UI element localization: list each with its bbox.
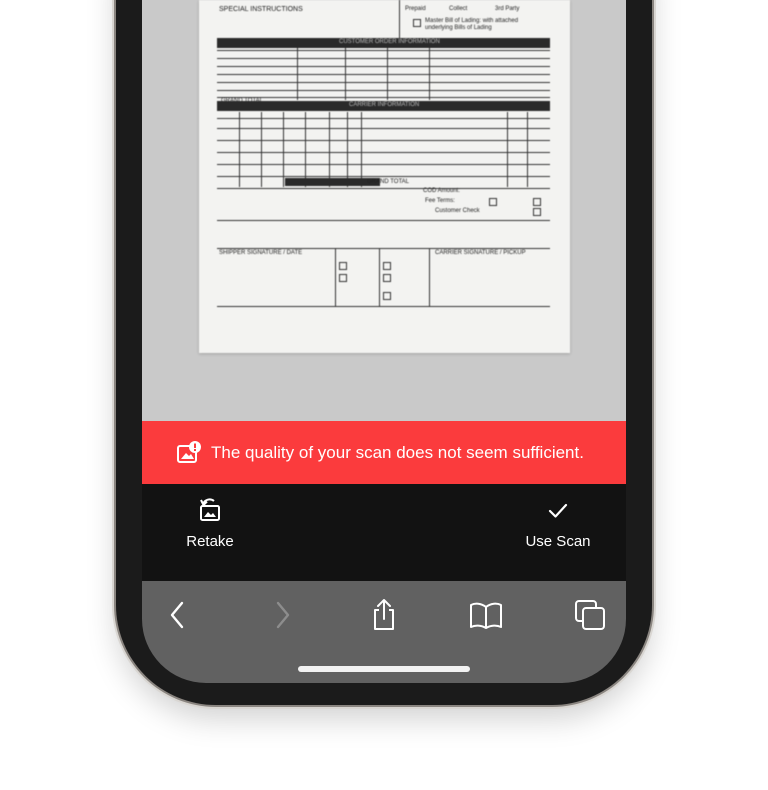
scan-actions-bar: Retake Use Scan <box>142 484 626 581</box>
scan-preview: SPECIAL INSTRUCTIONS Prepaid Collect 3rd… <box>142 0 626 421</box>
doc-grand-total-2: GRAND TOTAL <box>367 179 410 185</box>
tabs-icon[interactable] <box>572 597 608 633</box>
retake-label: Retake <box>186 533 234 550</box>
scanned-document: SPECIAL INSTRUCTIONS Prepaid Collect 3rd… <box>199 0 570 353</box>
doc-customer-order-info: CUSTOMER ORDER INFORMATION <box>339 39 440 45</box>
doc-carrier-signature: CARRIER SIGNATURE / PICKUP <box>435 250 526 256</box>
doc-third-party: 3rd Party <box>495 6 520 12</box>
scan-quality-warning-text: The quality of your scan does not seem s… <box>211 443 584 462</box>
image-warning-icon <box>177 441 201 463</box>
share-icon[interactable] <box>366 597 402 633</box>
doc-shipper-signature: SHIPPER SIGNATURE / DATE <box>219 250 303 256</box>
chevron-right-icon[interactable] <box>264 597 300 633</box>
doc-master-bol: Master Bill of Lading: with attached und… <box>425 18 519 31</box>
doc-special-instructions: SPECIAL INSTRUCTIONS <box>219 6 303 13</box>
doc-fee-terms: Fee Terms: <box>425 198 455 204</box>
doc-carrier-info: CARRIER INFORMATION <box>349 102 420 108</box>
retake-photo-icon <box>200 498 220 521</box>
doc-prepaid: Prepaid <box>405 6 426 12</box>
book-icon[interactable] <box>468 597 504 633</box>
home-indicator[interactable] <box>298 666 470 672</box>
checkmark-icon <box>548 503 568 518</box>
use-scan-button[interactable]: Use Scan <box>498 484 618 581</box>
use-scan-label: Use Scan <box>525 533 591 550</box>
chevron-left-icon[interactable] <box>160 597 196 633</box>
doc-collect: Collect <box>449 6 468 12</box>
phone-screen: SPECIAL INSTRUCTIONS Prepaid Collect 3rd… <box>142 0 626 683</box>
scan-quality-warning-banner: The quality of your scan does not seem s… <box>142 421 626 484</box>
retake-button[interactable]: Retake <box>150 484 270 581</box>
doc-cod-amount: COD Amount: <box>423 188 461 194</box>
doc-customer-check: Customer Check <box>435 208 480 214</box>
browser-toolbar <box>142 581 626 683</box>
